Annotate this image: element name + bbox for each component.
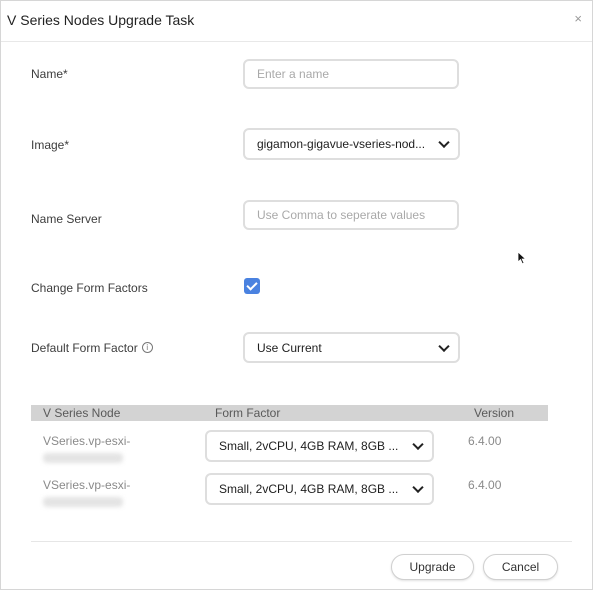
cancel-button[interactable]: Cancel <box>483 554 558 580</box>
chevron-down-icon <box>438 340 450 352</box>
row-form-factor-value: Small, 2vCPU, 4GB RAM, 8GB ... <box>219 482 399 496</box>
image-select[interactable]: gigamon-gigavue-vseries-nod... <box>243 128 460 160</box>
dialog-title: V Series Nodes Upgrade Task <box>7 12 195 28</box>
close-icon[interactable]: × <box>574 12 582 26</box>
chevron-down-icon <box>412 438 424 451</box>
dialog-header: V Series Nodes Upgrade Task × <box>1 1 592 42</box>
row-form-factor-value: Small, 2vCPU, 4GB RAM, 8GB ... <box>219 439 399 453</box>
upgrade-button[interactable]: Upgrade <box>391 554 474 580</box>
row-version: 6.4.00 <box>468 478 502 492</box>
chevron-down-icon <box>438 136 450 149</box>
image-label: Image* <box>31 138 70 152</box>
default-form-factor-label-group: Default Form Factor i <box>31 341 153 355</box>
checkmark-icon <box>246 279 258 291</box>
name-input[interactable] <box>243 59 459 89</box>
mouse-cursor-icon <box>517 251 527 265</box>
node-name: VSeries.vp-esxi- <box>43 478 131 492</box>
default-form-factor-label: Default Form Factor <box>31 341 138 355</box>
node-name: VSeries.vp-esxi- <box>43 434 131 448</box>
row-form-factor-select[interactable]: Small, 2vCPU, 4GB RAM, 8GB ... <box>205 430 434 462</box>
change-form-factors-checkbox[interactable] <box>244 278 260 294</box>
column-header-version: Version <box>474 406 515 420</box>
node-address-redacted <box>43 453 123 463</box>
nodes-table-header: V Series Node Form Factor Version <box>31 405 548 421</box>
image-select-value: gigamon-gigavue-vseries-nod... <box>257 137 426 151</box>
name-label: Name* <box>31 67 68 81</box>
row-form-factor-select[interactable]: Small, 2vCPU, 4GB RAM, 8GB ... <box>205 473 434 505</box>
default-form-factor-select[interactable]: Use Current <box>243 332 460 363</box>
info-icon[interactable]: i <box>141 342 153 354</box>
column-header-form-factor: Form Factor <box>215 406 281 420</box>
change-form-factors-label: Change Form Factors <box>31 281 148 295</box>
footer-divider <box>31 541 572 542</box>
default-form-factor-value: Use Current <box>257 340 322 355</box>
chevron-down-icon <box>412 481 424 494</box>
upgrade-task-dialog: V Series Nodes Upgrade Task × Name* Imag… <box>0 0 593 590</box>
name-server-input[interactable] <box>243 200 459 230</box>
row-version: 6.4.00 <box>468 434 502 448</box>
node-address-redacted <box>43 497 123 507</box>
name-server-label: Name Server <box>31 212 102 226</box>
column-header-node: V Series Node <box>43 406 121 420</box>
